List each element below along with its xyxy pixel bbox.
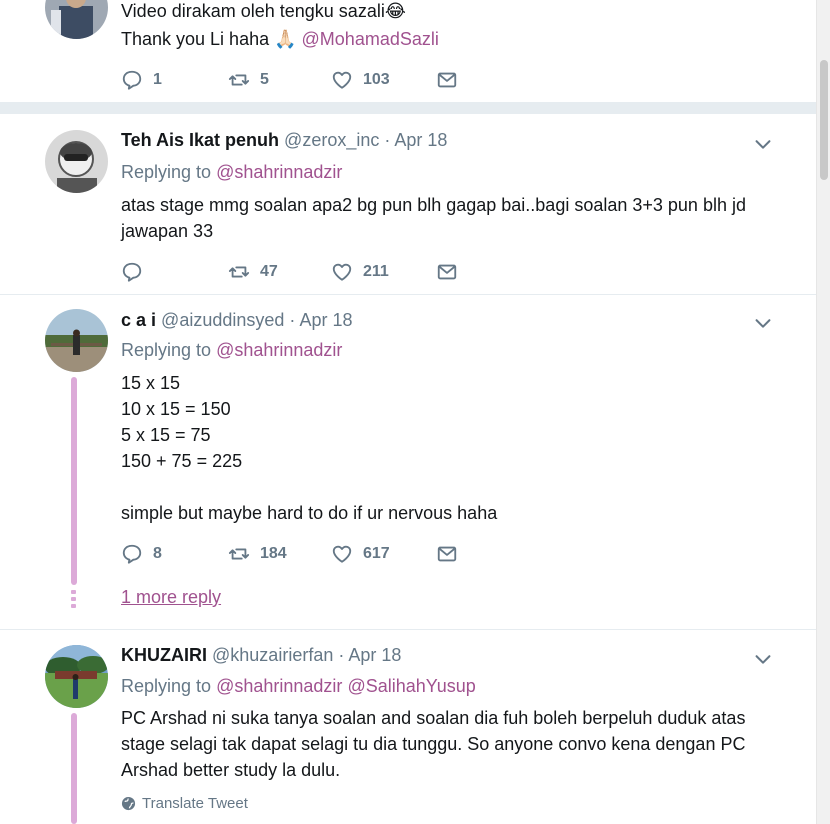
direct-message-button[interactable]	[436, 541, 458, 567]
tweet-actions: 1 5 103	[121, 67, 481, 93]
tweet-text-line: PC Arshad ni suka tanya soalan and soala…	[121, 708, 746, 728]
display-name[interactable]: KHUZAIRI	[121, 645, 207, 665]
tweet-menu-button[interactable]	[752, 133, 774, 155]
tweet-divider	[0, 629, 816, 630]
tweet-text-line: 5 x 15 = 75	[121, 425, 211, 445]
retweet-count: 47	[260, 263, 278, 280]
heart-icon	[332, 71, 352, 89]
tweet-text-line: Thank you Li haha 🙏🏻 @MohamadSazli	[121, 26, 439, 52]
like-count: 211	[363, 263, 389, 280]
direct-message-button[interactable]	[436, 67, 458, 93]
tweet-date[interactable]: Apr 18	[299, 310, 352, 330]
replying-to-label: Replying to	[121, 676, 212, 696]
envelope-icon	[437, 264, 457, 280]
heart-icon	[332, 545, 352, 563]
replying-to: Replying to @shahrinnadzir	[121, 340, 342, 361]
tweet-divider	[0, 294, 816, 295]
tweet-text-line: jawapan 33	[121, 221, 214, 241]
like-count: 617	[363, 545, 390, 562]
tweet-text-line: Arshad better study la dulu.	[121, 760, 341, 780]
retweet-icon	[228, 74, 250, 86]
reply-button[interactable]: 8	[121, 541, 162, 567]
like-button[interactable]: 617	[331, 541, 390, 567]
envelope-icon	[437, 546, 457, 562]
retweet-count: 184	[260, 545, 287, 562]
tweet-timeline: Video dirakam oleh tengku sazali😂 Thank …	[0, 0, 816, 824]
user-handle[interactable]: @zerox_inc	[284, 130, 379, 150]
separator-dot: ·	[338, 645, 345, 665]
scrollbar-thumb[interactable]	[820, 60, 828, 180]
tweet-date[interactable]: Apr 18	[394, 130, 447, 150]
tweet-text-line: simple but maybe hard to do if ur nervou…	[121, 503, 498, 523]
tweet-text-line: Video dirakam oleh tengku sazali😂	[121, 1, 406, 21]
reply-button[interactable]: 1	[121, 67, 162, 93]
reply-icon	[122, 70, 142, 90]
retweet-count: 5	[260, 71, 269, 88]
show-more-replies-link[interactable]: 1 more reply	[121, 587, 221, 608]
heart-icon	[332, 263, 352, 281]
tweet-actions: 8 184 617	[121, 541, 481, 567]
tweet-menu-button[interactable]	[752, 312, 774, 334]
like-button[interactable]: 211	[331, 259, 389, 285]
user-handle[interactable]: @aizuddinsyed	[161, 310, 284, 330]
separator-dot: ·	[289, 310, 296, 330]
like-count: 103	[363, 71, 390, 88]
reply-count: 8	[153, 545, 162, 562]
avatar[interactable]	[45, 645, 108, 708]
mention-link[interactable]: @SalihahYusup	[347, 676, 475, 696]
direct-message-button[interactable]	[436, 259, 458, 285]
like-button[interactable]: 103	[331, 67, 390, 93]
tweet-header: c a i @aizuddinsyed · Apr 18	[121, 310, 352, 331]
tweet-text-line: atas stage mmg soalan apa2 bg pun blh ga…	[121, 195, 746, 215]
envelope-icon	[437, 72, 457, 88]
reply-button[interactable]	[121, 259, 153, 285]
retweet-button[interactable]: 184	[228, 541, 287, 567]
translate-tweet-link[interactable]: Translate Tweet	[121, 795, 248, 812]
tweet-text-line: 150 + 75 = 225	[121, 451, 243, 471]
tweet-text-line: 10 x 15 = 150	[121, 399, 231, 419]
thread-connector	[71, 713, 77, 824]
replying-to-label: Replying to	[121, 340, 212, 360]
tweet-header: Teh Ais Ikat penuh @zerox_inc · Apr 18	[121, 130, 447, 151]
display-name[interactable]: Teh Ais Ikat penuh	[121, 130, 279, 150]
replying-to: Replying to @shahrinnadzir @SalihahYusup	[121, 676, 476, 697]
globe-icon	[121, 796, 136, 811]
mention-link[interactable]: @MohamadSazli	[302, 29, 439, 49]
avatar[interactable]	[45, 309, 108, 372]
conversation-separator	[0, 102, 816, 114]
replying-to-label: Replying to	[121, 162, 212, 182]
retweet-icon	[228, 266, 250, 278]
chevron-down-icon	[755, 655, 771, 664]
reply-icon	[122, 262, 142, 282]
mention-link[interactable]: @shahrinnadzir	[216, 162, 342, 182]
retweet-icon	[228, 548, 250, 560]
user-handle[interactable]: @khuzairierfan	[212, 645, 333, 665]
replying-to: Replying to @shahrinnadzir	[121, 162, 342, 183]
translate-label: Translate Tweet	[142, 795, 248, 812]
retweet-button[interactable]: 5	[228, 67, 269, 93]
reply-icon	[122, 544, 142, 564]
display-name[interactable]: c a i	[121, 310, 156, 330]
tweet-text-fragment: Thank you Li haha 🙏🏻	[121, 29, 302, 49]
reply-count: 1	[153, 71, 162, 88]
retweet-button[interactable]: 47	[228, 259, 278, 285]
chevron-down-icon	[755, 140, 771, 149]
avatar[interactable]	[45, 130, 108, 193]
thread-ellipsis	[71, 590, 77, 611]
thread-connector	[71, 377, 77, 585]
chevron-down-icon	[755, 319, 771, 328]
scrollbar[interactable]	[816, 0, 830, 824]
tweet-header: KHUZAIRI @khuzairierfan · Apr 18	[121, 645, 401, 666]
avatar[interactable]	[45, 0, 108, 39]
tweet-date[interactable]: Apr 18	[348, 645, 401, 665]
tweet-actions: 47 211	[121, 259, 481, 285]
separator-dot: ·	[384, 130, 391, 150]
mention-link[interactable]: @shahrinnadzir	[216, 340, 342, 360]
tweet-text-line: 15 x 15	[121, 373, 181, 393]
tweet-menu-button[interactable]	[752, 648, 774, 670]
mention-link[interactable]: @shahrinnadzir	[216, 676, 342, 696]
tweet-text-line: stage selagi tak dapat selagi tu dia tun…	[121, 734, 746, 754]
